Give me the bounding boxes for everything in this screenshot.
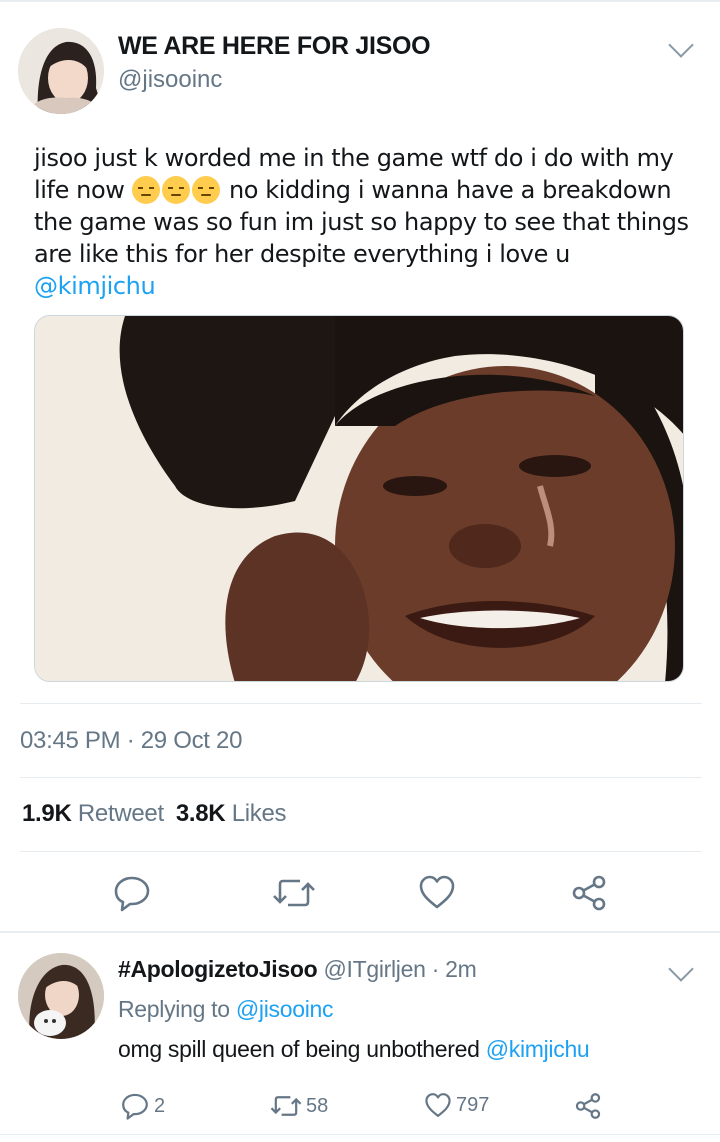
reply-retweet-count: 58	[306, 1094, 329, 1117]
heart-icon	[425, 1093, 451, 1117]
share-icon	[575, 1093, 601, 1119]
reply-share-button[interactable]	[574, 1092, 602, 1120]
divider	[0, 1134, 720, 1135]
author-avatar[interactable]	[18, 28, 104, 114]
reply-icon	[122, 1093, 148, 1120]
reply-text-body: omg spill queen of being unbothered	[118, 1036, 486, 1062]
like-label[interactable]: Likes	[232, 800, 287, 827]
retweet-icon	[273, 879, 315, 907]
pensive-face-icon	[161, 176, 190, 204]
tweet-separator	[0, 931, 720, 933]
reply-mention-link[interactable]: @kimjichu	[486, 1036, 590, 1062]
retweet-icon	[270, 1096, 302, 1116]
share-icon	[572, 875, 606, 911]
divider	[20, 851, 702, 852]
reply-reply-button[interactable]: 2	[120, 1092, 165, 1120]
tweet-timestamp: 03:45 PM · 29 Oct 20	[20, 727, 243, 754]
pensive-face-icon	[131, 176, 160, 204]
divider	[20, 777, 702, 778]
reply-author-line: #ApologizetoJisoo @ITgirljen · 2m	[118, 956, 477, 983]
tweet-photo[interactable]	[34, 315, 684, 682]
tweet-text: jisoo just k worded me in the game wtf d…	[34, 142, 694, 302]
author-handle[interactable]: @jisooinc	[118, 66, 222, 94]
like-count[interactable]: 3.8K	[176, 800, 226, 827]
reply-author-handle-time[interactable]: @ITgirljen · 2m	[323, 956, 476, 982]
tweet-mention-link[interactable]: @kimjichu	[34, 272, 156, 300]
retweet-button[interactable]	[272, 874, 316, 917]
divider	[20, 703, 702, 704]
like-button[interactable]	[418, 874, 456, 915]
retweet-label[interactable]: Retweet	[78, 800, 164, 827]
reply-author-avatar[interactable]	[18, 953, 104, 1039]
replying-to-line: Replying to @jisooinc	[118, 996, 334, 1023]
chevron-down-icon[interactable]	[668, 956, 694, 982]
reply-like-button[interactable]: 797	[424, 1092, 489, 1118]
reply-icon	[114, 876, 150, 912]
author-display-name[interactable]: WE ARE HERE FOR JISOO	[118, 32, 431, 61]
tweet-stats: 1.9K Retweet 3.8K Likes	[22, 800, 287, 828]
heart-icon	[419, 875, 455, 909]
reply-author-display-name[interactable]: #ApologizetoJisoo	[118, 956, 318, 982]
share-button[interactable]	[570, 874, 608, 917]
reply-retweet-button[interactable]: 58	[270, 1092, 328, 1120]
retweet-count[interactable]: 1.9K	[22, 800, 72, 827]
pensive-face-icon	[191, 176, 220, 204]
reply-like-count: 797	[456, 1093, 490, 1116]
reply-button[interactable]	[112, 874, 152, 917]
reply-count: 2	[154, 1094, 166, 1117]
chevron-down-icon[interactable]	[668, 32, 694, 58]
replying-to-link[interactable]: @jisooinc	[236, 996, 334, 1022]
replying-prefix: Replying to	[118, 996, 236, 1022]
reply-text: omg spill queen of being unbothered @kim…	[118, 1036, 590, 1063]
top-divider	[0, 0, 720, 2]
